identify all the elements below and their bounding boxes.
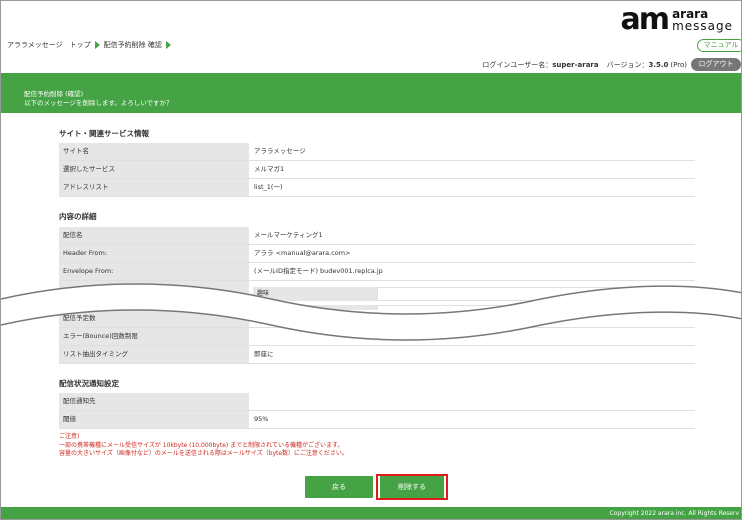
logo-mark: am [620,2,670,37]
version-edition: (Pro) [670,60,687,69]
notify-section-title: 配信状況通知設定 [59,379,119,388]
user-prefix: ログインユーザー名： [482,60,553,69]
logout-button[interactable]: ログアウト [691,58,741,71]
breadcrumb-current: 配信予約削除 確認 [103,41,162,49]
table-row: アドレスリスト list_1(一) [59,179,695,197]
nested-value [377,287,667,301]
chevron-right-icon [165,41,171,49]
row-value [249,328,695,345]
row-label: Envelope From: [59,263,249,280]
notice-text: ご注意) 一部の携帯機種にメール受信サイズが 10kbyte (10,000by… [59,433,348,459]
row-label: Header From: [59,245,249,262]
table-row: Header From: アララ <manual@arara.com> [59,245,695,263]
copyright-text: Copyright 2022 arara inc. All Rights Res… [609,510,739,517]
chevron-right-icon [94,41,100,49]
row-label: 配信予定数 [59,310,249,327]
notice-line: ご注意) [59,433,80,440]
logo-line2: message [672,19,733,33]
footer: Copyright 2022 arara inc. All Rights Res… [1,507,741,519]
row-label: リスト抽出タイミング [59,346,249,363]
row-label: 配信名 [59,227,249,244]
row-value: アララ <manual@arara.com> [249,245,695,262]
row-value: メールマーケティング1 [249,227,695,244]
row-label: エラー(Bounce)回数制限 [59,328,249,345]
row-value: list_1(一) [249,179,695,196]
user-name: super-arara [552,60,599,69]
row-value: 即座に [249,346,695,363]
table-row: リスト抽出タイミング 即座に [59,346,695,364]
row-value: メルマガ1 [249,161,695,178]
nested-row: 趣味 [253,287,667,301]
back-button[interactable]: 戻る [305,476,373,498]
breadcrumb-top[interactable]: アララメッセージ トップ [7,40,91,50]
notice-line: 容量の大きいサイズ（画像付など）のメールを送信される際はメールサイズ（byte数… [59,450,348,457]
table-row: 配信名 メールマーケティング1 [59,227,695,245]
table-row: サイト名 アララメッセージ [59,143,695,161]
delete-button[interactable]: 削除する [380,476,444,498]
row-value: 95% [249,411,695,428]
page-banner: 配信予約削除 (確認) 以下のメッセージを削除します。よろしいですか？ [1,73,741,113]
row-value: アララメッセージ [249,143,695,160]
version-prefix: バージョン： [606,60,649,69]
row-label: サイト名 [59,143,249,160]
row-value [249,393,695,410]
row-value [249,310,695,327]
notice-line: 一部の携帯機種にメール受信サイズが 10kbyte (10,000byte) ま… [59,441,344,449]
delete-button-highlight: 削除する [376,474,448,500]
nested-label: 趣味 [253,287,377,301]
main-content: サイト・関連サービス情報 サイト名 アララメッセージ 選択したサービス メルマガ… [1,113,741,506]
site-section-title: サイト・関連サービス情報 [59,129,149,138]
detail-section-title: 内容の詳細 [59,212,97,221]
table-row: 閾値 95% [59,411,695,429]
row-label: 配信通知先 [59,393,249,410]
table-row: エラー(Bounce)回数制限 [59,328,695,346]
banner-title: 配信予約削除 (確認) [24,90,84,98]
breadcrumb: アララメッセージ トップ 配信予約削除 確認 [7,40,171,50]
table-row: Envelope From: (メールID指定モード) budev001.rep… [59,263,695,281]
app-window: am arara message アララメッセージ トップ 配信予約削除 確認 … [0,0,742,520]
version-number: 3.5.0 [648,60,669,69]
row-label: アドレスリスト [59,179,249,196]
banner-message: 以下のメッセージを削除します。よろしいですか？ [24,99,173,107]
row-label: 閾値 [59,411,249,428]
user-bar: ログインユーザー名： super-arara バージョン： 3.5.0 (Pro… [482,58,741,71]
row-value: (メールID指定モード) budev001.replca.jp [249,263,695,280]
manual-button[interactable]: マニュアル [697,39,741,52]
table-row: 配信通知先 [59,393,695,411]
table-row: 配信予定数 [59,310,695,328]
table-row: 選択したサービス メルマガ1 [59,161,695,179]
arara-message-logo[interactable]: am arara message [621,5,733,35]
row-label: 選択したサービス [59,161,249,178]
logo-wordmark: arara message [672,8,733,32]
